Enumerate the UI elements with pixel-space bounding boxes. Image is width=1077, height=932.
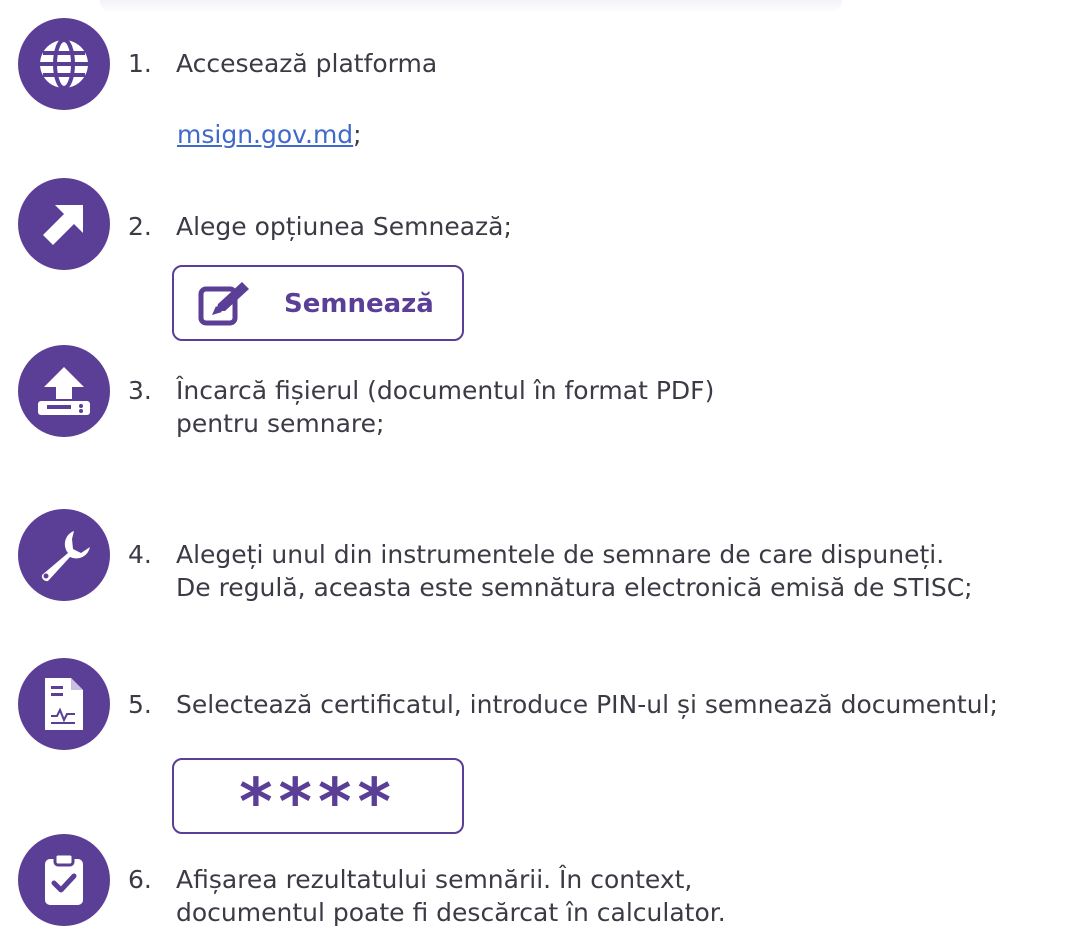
sign-button-label: Semnează xyxy=(284,289,434,319)
pin-field[interactable]: **** xyxy=(172,758,464,840)
wrench-icon xyxy=(18,509,110,601)
step-2-text: 2. Alege opțiunea Semnează; xyxy=(128,210,512,243)
arrow-up-right-icon xyxy=(18,178,110,270)
clipboard-check-icon xyxy=(18,834,110,926)
document-signature-icon xyxy=(18,658,110,750)
step-2-line-1: Alege opțiunea Semnează; xyxy=(176,212,512,241)
step-5-number: 5. xyxy=(128,690,152,719)
step-4-number: 4. xyxy=(128,540,152,569)
step-4-line-2: De regulă, aceasta este semnătura electr… xyxy=(176,573,973,602)
step-4-text: 4. Alegeți unul din instrumentele de semn… xyxy=(128,538,973,604)
step-1-text: 1. Accesează platforma xyxy=(128,47,437,80)
top-card-edge xyxy=(100,0,842,14)
step-5-text: 5. Selectează certificatul, introduce PIN… xyxy=(128,688,998,721)
pin-mask-text: **** xyxy=(239,766,397,840)
step-6-text: 6. Afișarea rezultatului semnării. În con… xyxy=(128,863,726,929)
platform-link-suffix: ; xyxy=(353,120,362,149)
step-3-number: 3. xyxy=(128,376,152,405)
step-4-line-1: Alegeți unul din instrumentele de semnar… xyxy=(176,540,945,569)
step-2-number: 2. xyxy=(128,212,152,241)
step-1-number: 1. xyxy=(128,49,152,78)
platform-link-line: msign.gov.md; xyxy=(177,118,362,151)
edit-icon xyxy=(198,280,258,332)
step-1-line-1: Accesează platforma xyxy=(176,49,438,78)
step-6-number: 6. xyxy=(128,865,152,894)
globe-icon xyxy=(18,18,110,110)
step-6-line-1: Afișarea rezultatului semnării. În conte… xyxy=(176,865,693,894)
upload-icon xyxy=(18,345,110,437)
step-6-line-2: documentul poate fi descărcat în calcula… xyxy=(176,898,726,927)
platform-link[interactable]: msign.gov.md xyxy=(177,120,353,149)
step-3-line-1: Încarcă fișierul (documentul în format P… xyxy=(176,376,715,405)
step-3-line-2: pentru semnare; xyxy=(176,409,385,438)
sign-button[interactable]: Semnează xyxy=(172,265,464,341)
step-3-text: 3. Încarcă fișierul (documentul în format… xyxy=(128,374,714,440)
step-5-line-1: Selectează certificatul, introduce PIN-u… xyxy=(176,690,998,719)
